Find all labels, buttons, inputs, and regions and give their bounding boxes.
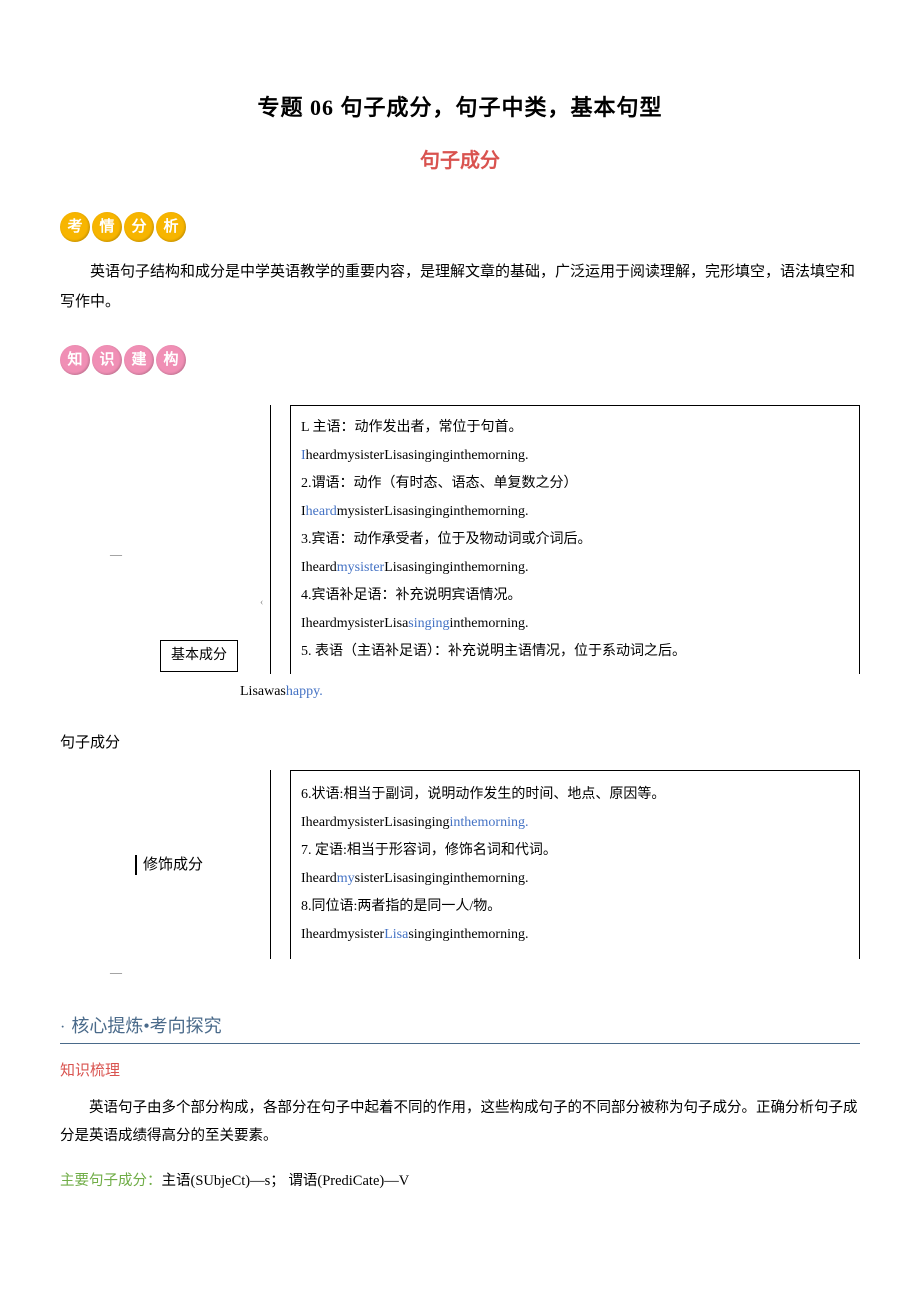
caret-icon: ‹ — [260, 595, 263, 611]
item-adverbial: 6.状语:相当于副词，说明动作发生的时间、地点、原因等。 — [301, 781, 849, 809]
diagram-modifier: 修饰成分 6.状语:相当于副词，说明动作发生的时间、地点、原因等。 Iheard… — [60, 770, 860, 982]
item-subject: L 主语：动作发出者，常位于句首。 — [301, 414, 849, 442]
label-modifier: 修饰成分 — [135, 855, 203, 875]
badge-knowledge: 知 识 建 构 — [60, 345, 186, 375]
badge-char: 情 — [92, 212, 122, 242]
main-components-line: 主要句子成分：主语(SUbjeCt)—s； 谓语(PrediCate)—V — [60, 1168, 860, 1194]
label-knowledge-review: 知识梳理 — [60, 1059, 860, 1083]
badge-char: 析 — [156, 212, 186, 242]
badge-char: 识 — [92, 345, 122, 375]
example-adverbial: IheardmysisterLisasinginginthemorning. — [301, 809, 849, 837]
diagram-basic: — ‹ 基本成分 L 主语：动作发出者，常位于句首。 Iheardmysiste… — [60, 405, 860, 706]
intro-paragraph: 英语句子结构和成分是中学英语教学的重要内容，是理解文章的基础，广泛运用于阅读理解… — [60, 257, 860, 317]
label-basic: 基本成分 — [160, 640, 238, 672]
item-predicative: 5. 表语（主语补足语）：补充说明主语情况，位于系动词之后。 — [301, 638, 849, 666]
item-attributive: 7. 定语:相当于形容词，修饰名词和代词。 — [301, 837, 849, 865]
bullet-icon: · — [60, 1015, 65, 1041]
example-object: IheardmysisterLisasinginginthemorning. — [301, 554, 849, 582]
badge-char: 分 — [124, 212, 154, 242]
example-obj-comp: IheardmysisterLisasinginginthemorning. — [301, 610, 849, 638]
example-predicative: Lisawashappy. — [240, 678, 860, 706]
root-label: 句子成分 — [60, 731, 860, 755]
badge-analysis: 考 情 分 析 — [60, 212, 186, 242]
item-object: 3.宾语：动作承受者，位于及物动词或介词后。 — [301, 526, 849, 554]
badge-char: 构 — [156, 345, 186, 375]
heading-text: 核心提炼•考向探究 — [71, 1012, 221, 1041]
heading-core: · 核心提炼•考向探究 — [60, 1012, 860, 1044]
item-predicate: 2.谓语：动作（有时态、语态、单复数之分） — [301, 470, 849, 498]
badge-char: 考 — [60, 212, 90, 242]
example-attributive: IheardmysisterLisasinginginthemorning. — [301, 865, 849, 893]
page-subtitle: 句子成分 — [60, 145, 860, 177]
example-predicate: IheardmysisterLisasinginginthemorning. — [301, 498, 849, 526]
badge-char: 知 — [60, 345, 90, 375]
example-subject: IheardmysisterLisasinginginthemorning. — [301, 442, 849, 470]
example-appositive: IheardmysisterLisasinginginthemorning. — [301, 921, 849, 949]
item-obj-comp: 4.宾语补足语：补充说明宾语情况。 — [301, 582, 849, 610]
dash-icon: — — [110, 545, 122, 564]
label-main-components: 主要句子成分： — [60, 1173, 162, 1189]
badge-char: 建 — [124, 345, 154, 375]
summary-paragraph: 英语句子由多个部分构成，各部分在句子中起着不同的作用，这些构成句子的不同部分被称… — [60, 1095, 860, 1150]
page-title: 专题 06 句子成分，句子中类，基本句型 — [60, 90, 860, 125]
item-appositive: 8.同位语:两者指的是同一人/物。 — [301, 893, 849, 921]
dash-icon: — — [110, 963, 860, 982]
